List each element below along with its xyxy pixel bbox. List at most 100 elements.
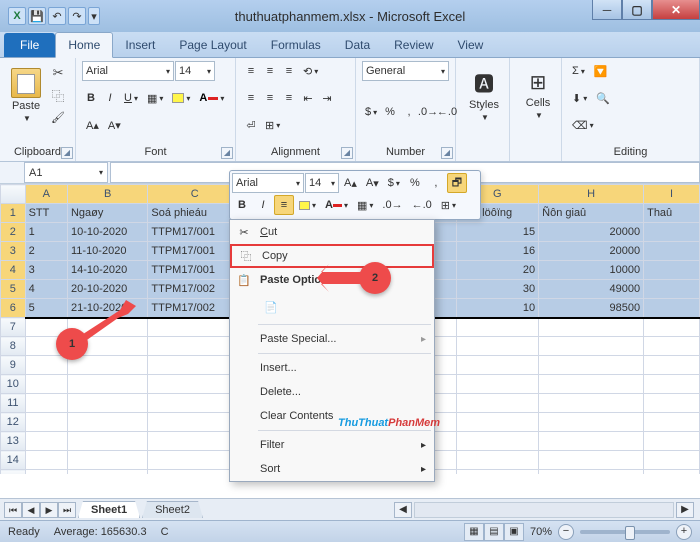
cell[interactable] <box>25 432 67 451</box>
cell[interactable]: 20000 <box>539 223 644 242</box>
undo-button[interactable]: ↶ <box>48 7 66 25</box>
ctx-delete[interactable]: Delete... <box>230 380 434 404</box>
cell[interactable]: TTPM17/002 <box>148 280 242 299</box>
cell[interactable]: 3 <box>25 261 67 280</box>
sheet-nav-next[interactable]: ▶ <box>40 502 58 518</box>
row-header[interactable]: 7 <box>1 318 26 337</box>
align-center-button[interactable]: ≡ <box>261 88 279 108</box>
mini-bold[interactable]: B <box>232 195 252 215</box>
cell[interactable]: 10-10-2020 <box>67 223 147 242</box>
align-left-button[interactable]: ≡ <box>242 88 260 108</box>
align-middle-button[interactable]: ≡ <box>261 61 279 81</box>
cell[interactable] <box>148 337 242 356</box>
tab-home[interactable]: Home <box>55 32 113 58</box>
cell[interactable] <box>456 337 539 356</box>
cell[interactable] <box>644 413 700 432</box>
cell[interactable] <box>644 432 700 451</box>
tab-view[interactable]: View <box>446 33 496 57</box>
inc-decimal-button[interactable]: .0→ <box>419 102 437 122</box>
mini-size-combo[interactable]: 14▾ <box>305 173 339 193</box>
cell[interactable] <box>67 394 147 413</box>
accounting-button[interactable]: $▾ <box>362 102 380 122</box>
col-header[interactable]: C <box>148 185 242 204</box>
indent-inc-button[interactable]: ⇥ <box>318 88 336 108</box>
mini-font-color[interactable]: A▾ <box>321 195 352 215</box>
cell[interactable] <box>644 394 700 413</box>
cell[interactable] <box>644 242 700 261</box>
cell[interactable]: 30 <box>456 280 539 299</box>
cell[interactable]: 4 <box>25 280 67 299</box>
underline-button[interactable]: U▾ <box>120 88 142 108</box>
align-right-button[interactable]: ≡ <box>280 88 298 108</box>
cell[interactable]: Thaû <box>644 204 700 223</box>
tab-review[interactable]: Review <box>382 33 445 57</box>
view-layout[interactable]: ▤ <box>484 523 504 541</box>
mini-merge[interactable]: ⊞▾ <box>437 195 460 215</box>
mini-italic[interactable]: I <box>253 195 273 215</box>
border-button[interactable]: ▦▾ <box>143 88 167 108</box>
mini-accounting[interactable]: $▾ <box>384 173 404 193</box>
fill-button[interactable]: ⬇▾ <box>568 88 591 108</box>
row-header[interactable]: 6 <box>1 299 26 318</box>
row-header[interactable]: 12 <box>1 413 26 432</box>
mini-inc-dec[interactable]: .0→ <box>378 195 406 215</box>
cell[interactable] <box>644 318 700 337</box>
cell[interactable]: 20-10-2020 <box>67 280 147 299</box>
cell[interactable] <box>148 394 242 413</box>
cell[interactable] <box>456 451 539 470</box>
alignment-launcher[interactable]: ◢ <box>341 147 353 159</box>
format-painter-button[interactable] <box>47 107 69 127</box>
cell[interactable] <box>67 470 147 475</box>
sort-filter-button[interactable]: 🔽 <box>590 61 612 81</box>
font-color-button[interactable]: A▾ <box>195 88 228 108</box>
mini-comma[interactable]: , <box>426 173 446 193</box>
hscroll-track[interactable] <box>414 502 674 518</box>
cell[interactable] <box>67 451 147 470</box>
zoom-slider[interactable] <box>580 530 670 534</box>
styles-button[interactable]: 🅰 Styles▼ <box>462 61 506 129</box>
cell[interactable] <box>25 451 67 470</box>
sheet-nav-prev[interactable]: ◀ <box>22 502 40 518</box>
row-header[interactable]: 10 <box>1 375 26 394</box>
row-header[interactable]: 8 <box>1 337 26 356</box>
tab-data[interactable]: Data <box>333 33 382 57</box>
font-size-combo[interactable]: 14▾ <box>175 61 215 81</box>
sheet-tab-1[interactable]: Sheet1 <box>78 501 140 518</box>
cell[interactable] <box>644 280 700 299</box>
cell[interactable] <box>25 356 67 375</box>
cell[interactable] <box>539 413 644 432</box>
hscroll-right[interactable]: ▶ <box>676 502 694 518</box>
bold-button[interactable]: B <box>82 88 100 108</box>
cell[interactable]: TTPM17/001 <box>148 242 242 261</box>
paste-button[interactable]: Paste ▼ <box>6 61 46 129</box>
cell[interactable] <box>644 356 700 375</box>
row-header[interactable]: 2 <box>1 223 26 242</box>
cell[interactable] <box>644 470 700 475</box>
cell[interactable] <box>148 413 242 432</box>
cell[interactable]: 16 <box>456 242 539 261</box>
cell[interactable] <box>67 432 147 451</box>
select-all-corner[interactable] <box>1 185 26 204</box>
font-launcher[interactable]: ◢ <box>221 147 233 159</box>
cell[interactable]: Ñôn giaû <box>539 204 644 223</box>
cell[interactable] <box>456 375 539 394</box>
close-button[interactable]: ✕ <box>652 0 700 20</box>
save-button[interactable]: 💾 <box>28 7 46 25</box>
fill-color-button[interactable]: ▾ <box>168 88 194 108</box>
cell[interactable] <box>539 432 644 451</box>
row-header[interactable]: 9 <box>1 356 26 375</box>
row-header[interactable]: 1 <box>1 204 26 223</box>
row-header[interactable]: 15 <box>1 470 26 475</box>
cell[interactable] <box>644 223 700 242</box>
mini-align-center[interactable]: ≡ <box>274 195 294 215</box>
percent-button[interactable]: % <box>381 102 399 122</box>
view-pagebreak[interactable]: ▣ <box>504 523 524 541</box>
cell[interactable]: 5 <box>25 299 67 318</box>
zoom-in[interactable]: + <box>676 524 692 540</box>
col-header[interactable]: A <box>25 185 67 204</box>
ctx-sort[interactable]: Sort <box>230 457 434 481</box>
cell[interactable] <box>67 356 147 375</box>
col-header[interactable]: H <box>539 185 644 204</box>
mini-grow-font[interactable]: A▴ <box>340 173 361 193</box>
cell[interactable] <box>539 470 644 475</box>
